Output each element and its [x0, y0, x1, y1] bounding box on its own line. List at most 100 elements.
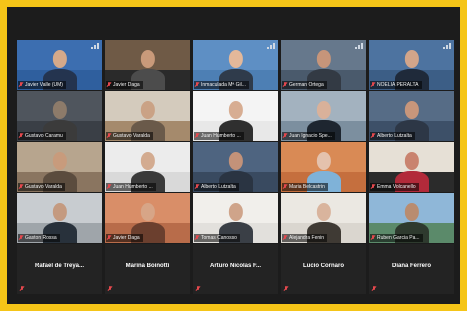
participant-tile[interactable]: Rafael de Treya...	[17, 244, 102, 294]
muted-mic-icon	[19, 235, 23, 240]
participant-name: Maria Belcastrin	[289, 184, 325, 190]
participant-tile[interactable]: Alejandra Fenin	[281, 193, 366, 243]
muted-mic-icon	[195, 184, 199, 189]
participant-tile[interactable]: Ruben Garcia Pa...	[369, 193, 454, 243]
participant-head	[404, 203, 419, 221]
participant-name: Juan Ignacio Spe...	[289, 133, 332, 139]
participant-name-label: Javier Daga	[106, 234, 143, 242]
muted-mic-icon	[19, 133, 23, 138]
muted-mic-icon	[371, 184, 375, 189]
participant-name-label: Juan Humberto ...	[106, 183, 156, 191]
participant-tile[interactable]: Javier Daga	[105, 40, 190, 90]
participant-head	[140, 152, 155, 170]
participant-head	[140, 101, 155, 119]
participant-tile[interactable]: Gustavo Caramu	[17, 91, 102, 141]
participant-name: Tomas Canosso	[201, 235, 237, 241]
muted-mic-icon	[195, 235, 199, 240]
participant-name: Inmaculada Mª Gil...	[201, 82, 246, 88]
participant-tile[interactable]: Emma Volcanello	[369, 142, 454, 192]
participant-name-label: Alberto Lutzalta	[194, 183, 239, 191]
muted-mic-icon	[283, 184, 287, 189]
participant-head	[404, 152, 419, 170]
participant-tile[interactable]: Inmaculada Mª Gil...	[193, 40, 278, 90]
participant-head	[228, 50, 243, 68]
participant-tile[interactable]: Diana Ferrero	[369, 244, 454, 294]
participant-name-label: Gustavo Varalda	[18, 183, 65, 191]
muted-mic-icon	[283, 235, 287, 240]
muted-mic-icon	[20, 286, 24, 291]
participant-head	[404, 50, 419, 68]
participant-head	[316, 101, 331, 119]
participant-head	[52, 101, 67, 119]
participant-tile[interactable]: German Ortega	[281, 40, 366, 90]
participant-name-label: Juan Humberto ...	[194, 132, 244, 140]
participant-tile[interactable]: Gustavo Varalda	[105, 91, 190, 141]
participant-tile[interactable]: Alberto Lutzalta	[369, 91, 454, 141]
muted-mic-icon	[371, 82, 375, 87]
participant-name-label: Gaston Rossa	[18, 234, 60, 242]
muted-mic-icon	[107, 82, 111, 87]
participant-tile[interactable]: Tomas Canosso	[193, 193, 278, 243]
participant-name-label: Javier Daga	[106, 81, 143, 89]
participant-name: Alejandra Fenin	[289, 235, 325, 241]
participant-name-label: Tomas Canosso	[194, 234, 240, 242]
participant-tile[interactable]: Javier Daga	[105, 193, 190, 243]
participant-head	[228, 203, 243, 221]
participant-name-label: Inmaculada Mª Gil...	[194, 81, 249, 89]
participant-tile[interactable]: Gustavo Varalda	[17, 142, 102, 192]
connection-signal-icon	[355, 43, 363, 49]
participant-grid: Javier Valle (UM) Javier Daga Inmaculada M…	[17, 40, 454, 294]
participant-name-label: Alberto Lutzalta	[370, 132, 415, 140]
participant-tile[interactable]: Lucio Cornaro	[281, 244, 366, 294]
muted-mic-icon	[196, 286, 200, 291]
muted-mic-icon	[107, 235, 111, 240]
participant-name-label: Alejandra Fenin	[282, 234, 328, 242]
participant-tile[interactable]: Juan Humberto ...	[105, 142, 190, 192]
muted-mic-icon	[107, 133, 111, 138]
participant-name: Gaston Rossa	[25, 235, 57, 241]
connection-signal-icon	[91, 43, 99, 49]
participant-name: Javier Valle (UM)	[25, 82, 63, 88]
connection-signal-icon	[443, 43, 451, 49]
participant-name: Gustavo Varalda	[25, 184, 62, 190]
participant-name: Marina Boinotti	[125, 263, 170, 269]
connection-signal-icon	[267, 43, 275, 49]
participant-tile[interactable]: Arturo Nicolas F...	[193, 244, 278, 294]
participant-name-label: German Ortega	[282, 81, 327, 89]
participant-tile[interactable]: Alberto Lutzalta	[193, 142, 278, 192]
participant-name: Alberto Lutzalta	[377, 133, 412, 139]
participant-name: Alberto Lutzalta	[201, 184, 236, 190]
muted-mic-icon	[371, 133, 375, 138]
participant-tile[interactable]: Maria Belcastrin	[281, 142, 366, 192]
participant-name-label: Juan Ignacio Spe...	[282, 132, 335, 140]
participant-head	[316, 152, 331, 170]
participant-tile[interactable]: Juan Ignacio Spe...	[281, 91, 366, 141]
participant-name: Juan Humberto ...	[201, 133, 241, 139]
muted-mic-icon	[195, 82, 199, 87]
muted-mic-icon	[19, 82, 23, 87]
participant-tile[interactable]: Juan Humberto ...	[193, 91, 278, 141]
participant-name: Gustavo Caramu	[25, 133, 63, 139]
participant-name-label: Maria Belcastrin	[282, 183, 328, 191]
participant-tile[interactable]: NOELIA PERALTA	[369, 40, 454, 90]
muted-mic-icon	[284, 286, 288, 291]
participant-head	[52, 50, 67, 68]
participant-head	[52, 152, 67, 170]
participant-tile[interactable]: Gaston Rossa	[17, 193, 102, 243]
participant-name: Ruben Garcia Pa...	[377, 235, 420, 241]
participant-head	[52, 203, 67, 221]
participant-head	[228, 101, 243, 119]
participant-name: NOELIA PERALTA	[377, 82, 419, 88]
participant-head	[228, 152, 243, 170]
participant-name: Lucio Cornaro	[302, 263, 344, 269]
participant-name: German Ortega	[289, 82, 324, 88]
participant-name: Javier Daga	[113, 235, 140, 241]
participant-name: Arturo Nicolas F...	[209, 263, 261, 269]
participant-name-label: Emma Volcanello	[370, 183, 419, 191]
participant-name: Rafael de Treya...	[34, 263, 85, 269]
muted-mic-icon	[195, 133, 199, 138]
participant-tile[interactable]: Marina Boinotti	[105, 244, 190, 294]
participant-head	[140, 203, 155, 221]
muted-mic-icon	[283, 82, 287, 87]
participant-tile[interactable]: Javier Valle (UM)	[17, 40, 102, 90]
